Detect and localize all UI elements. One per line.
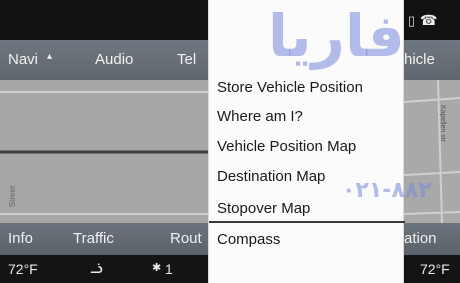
tab-audio[interactable]: Audio <box>95 51 133 68</box>
menu-item-destination-map[interactable]: Destination Map <box>217 165 401 189</box>
tab-tel[interactable]: Tel <box>177 51 196 68</box>
top-tab-bar-right: hicle <box>404 40 460 80</box>
tab-route[interactable]: Rout <box>170 230 202 247</box>
seat-icon: ᓘ <box>90 260 103 277</box>
navi-indicator-icon: ▴ <box>47 51 53 62</box>
menu-item-where-am-i[interactable]: Where am I? <box>217 105 401 129</box>
map-street-line <box>403 171 460 176</box>
signal-icon: ▯ <box>408 13 416 28</box>
map-view-right[interactable]: Kapellen str <box>403 79 460 224</box>
tab-traffic[interactable]: Traffic <box>73 230 114 247</box>
tab-navigation[interactable]: ation <box>404 230 437 247</box>
map-grid <box>0 91 208 215</box>
top-tab-bar: Navi ▴ Audio Tel <box>0 40 208 80</box>
top-status-bar-right: ▯ ☎ <box>404 0 460 40</box>
menu-item-stopover-map[interactable]: Stopover Map <box>217 197 401 221</box>
tab-navi[interactable]: Navi <box>8 51 38 68</box>
position-menu: Store Vehicle Position Where am I? Vehic… <box>208 0 405 283</box>
street-label-left: Street <box>8 185 18 208</box>
top-status-bar-left <box>0 0 208 40</box>
temperature-right: 72°F <box>420 261 450 277</box>
connection-icon: ✱ <box>152 262 162 274</box>
menu-divider <box>209 221 405 223</box>
map-street-line <box>437 79 443 224</box>
map-grid-right <box>403 79 460 224</box>
tab-vehicle[interactable]: hicle <box>404 51 435 68</box>
bottom-status-bar-left: 72°F ᓘ ✱ 1 <box>0 255 208 283</box>
phone-icon: ☎ <box>420 12 438 28</box>
menu-item-vehicle-position-map[interactable]: Vehicle Position Map <box>217 135 401 159</box>
map-view-left[interactable]: Street <box>0 80 208 223</box>
tab-info[interactable]: Info <box>8 230 33 247</box>
street-label-right: Kapellen str <box>438 105 446 142</box>
menu-item-compass[interactable]: Compass <box>217 228 401 252</box>
bottom-tab-bar-right: ation <box>404 223 460 255</box>
navigation-screen: Navi ▴ Audio Tel Street Info Traffic Rou… <box>0 0 460 283</box>
bottom-tab-bar: Info Traffic Rout <box>0 223 208 255</box>
map-street-line <box>403 97 460 103</box>
temperature-left: 72°F <box>8 261 38 277</box>
map-street-line <box>403 211 460 215</box>
bottom-status-bar-right: 72°F <box>404 255 460 283</box>
connection-count: 1 <box>165 261 173 277</box>
menu-item-store-vehicle-position[interactable]: Store Vehicle Position <box>217 76 401 100</box>
